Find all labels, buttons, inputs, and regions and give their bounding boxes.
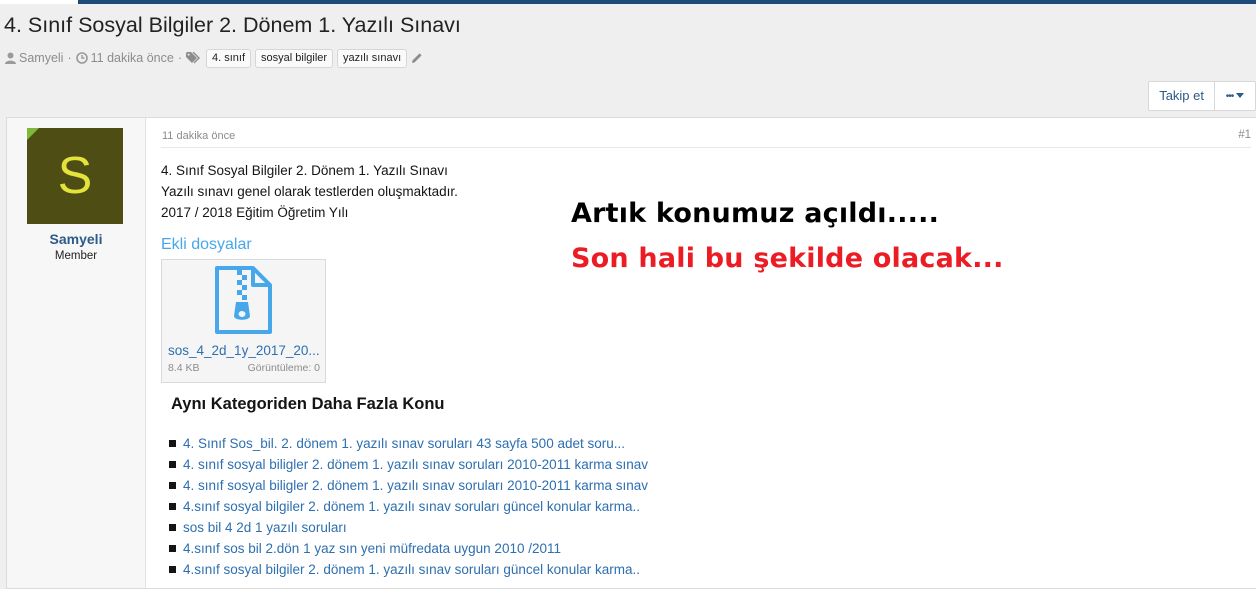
related-thread-link[interactable]: 4. Sınıf Sos_bil. 2. dönem 1. yazılı sın… bbox=[169, 433, 648, 454]
caret-down-icon bbox=[1236, 93, 1245, 99]
related-thread-link[interactable]: 4. sınıf sosyal biligler 2. dönem 1. yaz… bbox=[169, 475, 648, 496]
attachment-views: Görüntüleme: 0 bbox=[247, 362, 320, 374]
post-user-column: S Samyeli Member bbox=[7, 118, 146, 588]
attachments-heading: Ekli dosyalar bbox=[161, 236, 252, 253]
related-threads-title: Aynı Kategoriden Daha Fazla Konu bbox=[171, 395, 445, 413]
username-link[interactable]: Samyeli bbox=[7, 231, 145, 247]
zip-file-icon bbox=[215, 266, 272, 339]
related-threads-list: 4. Sınıf Sos_bil. 2. dönem 1. yazılı sın… bbox=[169, 433, 648, 580]
online-indicator bbox=[27, 128, 39, 140]
meta-separator: · bbox=[177, 51, 182, 65]
user-icon bbox=[5, 52, 16, 64]
related-thread-link[interactable]: 4. sınıf sosyal biligler 2. dönem 1. yaz… bbox=[169, 454, 648, 475]
avatar[interactable]: S bbox=[27, 128, 123, 224]
attachment-card[interactable]: sos_4_2d_1y_2017_20... 8.4 KB Görüntülem… bbox=[161, 259, 326, 383]
user-role: Member bbox=[54, 250, 98, 262]
post-time[interactable]: 11 dakika önce bbox=[162, 130, 235, 142]
thread-author-link[interactable]: Samyeli bbox=[19, 51, 63, 65]
clock-icon bbox=[75, 52, 88, 64]
related-thread-link[interactable]: sos bil 4 2d 1 yazılı soruları bbox=[169, 517, 648, 538]
attachment-filename[interactable]: sos_4_2d_1y_2017_20... bbox=[168, 343, 320, 358]
pencil-icon[interactable] bbox=[411, 52, 423, 64]
attachment-size: 8.4 KB bbox=[168, 362, 200, 374]
tag-sosyal-bilgiler[interactable]: sosyal bilgiler bbox=[255, 48, 334, 68]
post-number[interactable]: #1 bbox=[1238, 129, 1251, 141]
tag-yazili-sinavi[interactable]: yazılı sınavı bbox=[337, 48, 408, 68]
post: S Samyeli Member 11 dakika önce #1 4. Sı… bbox=[6, 117, 1256, 589]
thread-meta: Samyeli · 11 dakika önce · 4. sınıf sosy… bbox=[5, 48, 426, 68]
thread-title: 4. Sınıf Sosyal Bilgiler 2. Dönem 1. Yaz… bbox=[4, 13, 461, 37]
avatar-letter: S bbox=[57, 147, 93, 205]
more-options-label: ••• bbox=[1225, 90, 1234, 102]
related-thread-link[interactable]: 4.sınıf sosyal bilgiler 2. dönem 1. yazı… bbox=[169, 496, 648, 517]
post-text-line: 4. Sınıf Sosyal Bilgiler 2. Dönem 1. Yaz… bbox=[161, 163, 448, 178]
post-content: 11 dakika önce #1 4. Sınıf Sosyal Bilgil… bbox=[161, 118, 1251, 588]
overlay-message-line1: Artık konumuz açıldı..... bbox=[571, 198, 940, 229]
meta-separator: · bbox=[67, 51, 72, 65]
follow-button[interactable]: Takip et bbox=[1149, 82, 1215, 110]
thread-time: 11 dakika önce bbox=[90, 51, 174, 65]
post-text-line: Yazılı sınavı genel olarak testlerden ol… bbox=[161, 184, 458, 199]
tags-icon bbox=[185, 52, 201, 64]
top-nav-bar bbox=[0, 0, 1256, 4]
overlay-message-line2: Son hali bu şekilde olacak... bbox=[571, 243, 1004, 274]
divider bbox=[161, 147, 1251, 148]
tag-4-sinif[interactable]: 4. sınıf bbox=[205, 48, 252, 68]
active-nav-tab[interactable] bbox=[0, 0, 78, 4]
post-text-line: 2017 / 2018 Eğitim Öğretim Yılı bbox=[161, 205, 349, 220]
more-options-button[interactable]: ••• bbox=[1215, 82, 1255, 110]
related-thread-link[interactable]: 4.sınıf sos bil 2.dön 1 yaz sın yeni müf… bbox=[169, 538, 648, 559]
thread-actions: Takip et ••• bbox=[1148, 81, 1256, 111]
related-thread-link[interactable]: 4.sınıf sosyal bilgiler 2. dönem 1. yazı… bbox=[169, 559, 648, 580]
